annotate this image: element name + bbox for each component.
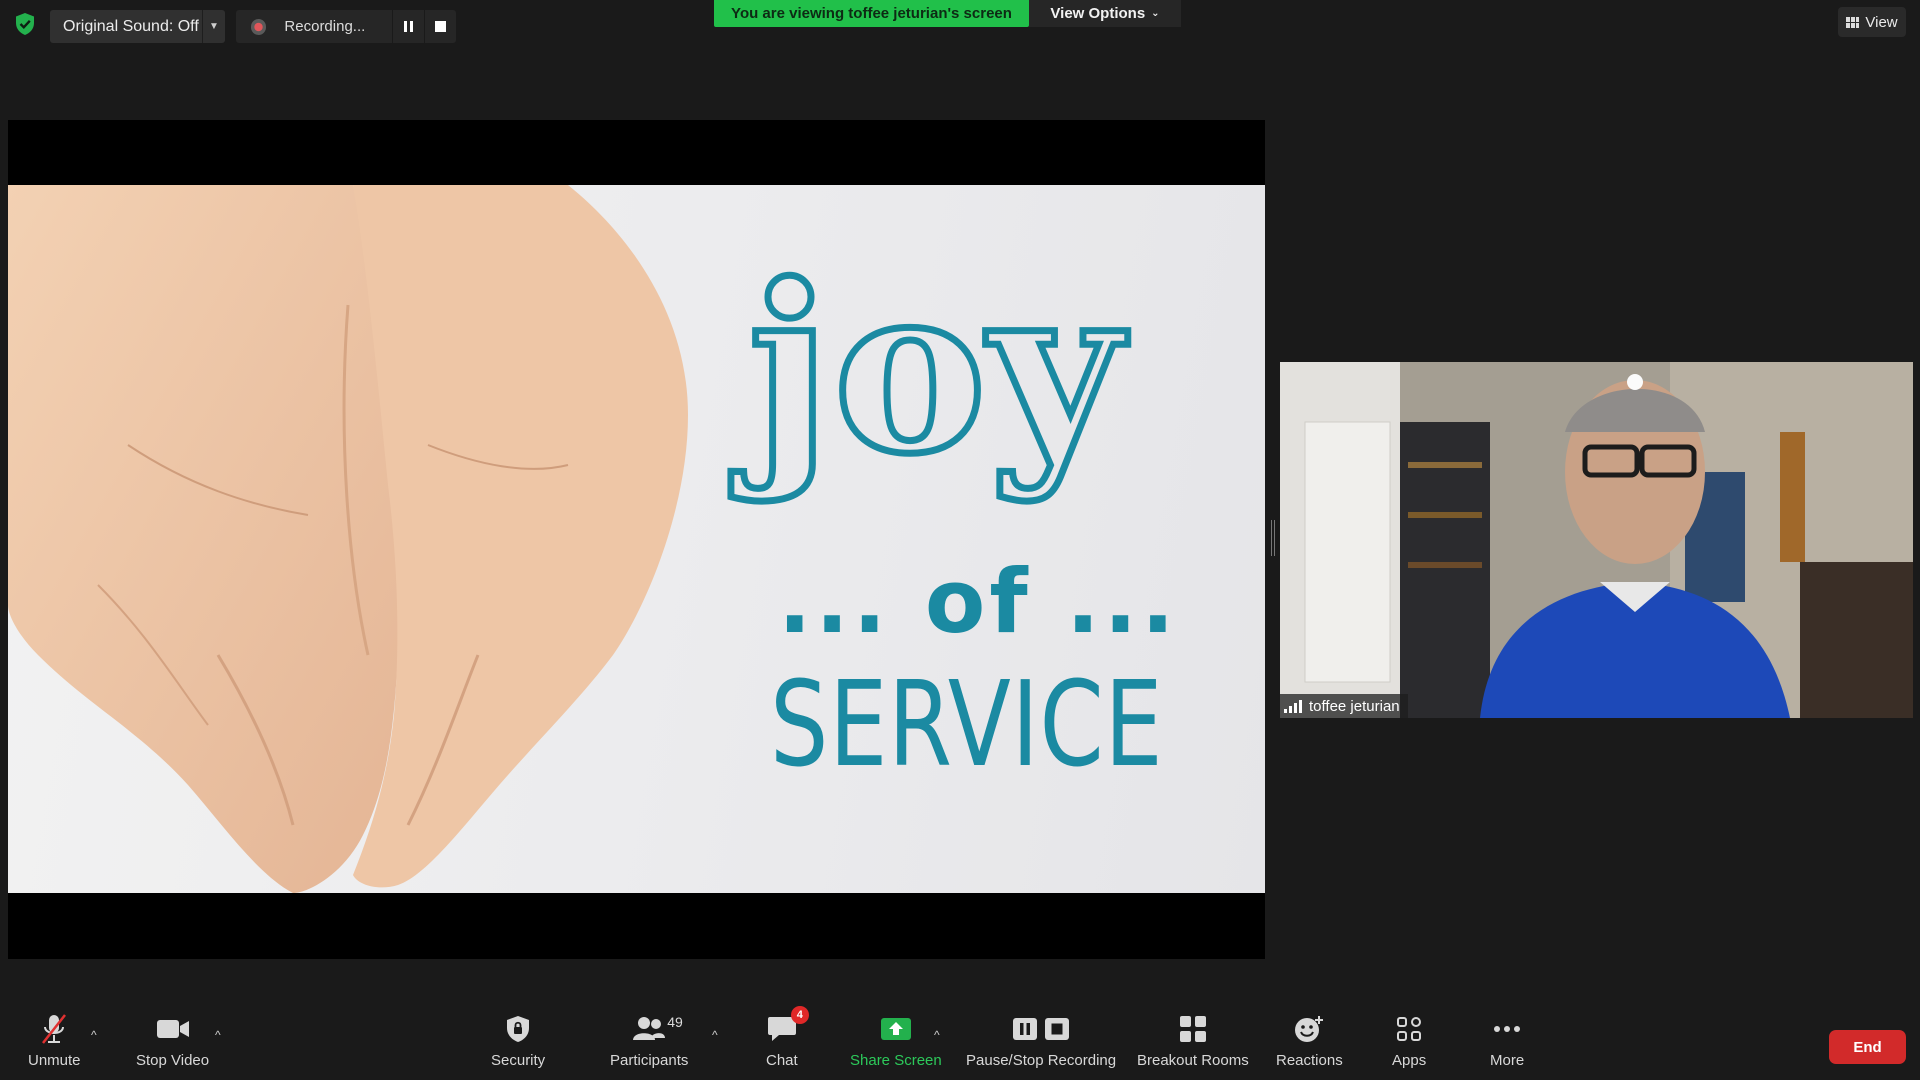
more-ellipsis-icon <box>1494 1026 1521 1032</box>
unmute-label[interactable]: Unmute <box>28 1052 81 1069</box>
view-layout-button[interactable]: View <box>1838 7 1906 37</box>
original-sound-dropdown-icon[interactable]: ▼ <box>202 10 225 43</box>
security-button[interactable]: Security <box>491 1012 545 1069</box>
unmute-button[interactable]: Unmute <box>28 1012 81 1069</box>
meeting-controls-toolbar: Unmute ^ Stop Video ^ Security 49 Partic… <box>0 1000 1920 1080</box>
chevron-down-icon: ⌄ <box>1151 8 1160 19</box>
stop-video-button[interactable]: Stop Video <box>136 1012 209 1069</box>
participants-icon <box>633 1017 666 1040</box>
shared-screen: joy ... of ... SERVICE <box>8 120 1265 959</box>
reactions-label[interactable]: Reactions <box>1276 1052 1343 1069</box>
participant-video-feed <box>1280 362 1913 718</box>
breakout-rooms-label[interactable]: Breakout Rooms <box>1137 1052 1249 1069</box>
pause-stop-recording-label[interactable]: Pause/Stop Recording <box>966 1052 1116 1069</box>
view-options-button[interactable]: View Options ⌄ <box>1029 0 1181 27</box>
share-options-chevron-up-icon[interactable]: ^ <box>934 1028 940 1042</box>
signal-strength-icon <box>1284 699 1302 713</box>
participants-label[interactable]: Participants <box>610 1052 688 1069</box>
screen-share-banner: You are viewing toffee jeturian's screen <box>714 0 1029 27</box>
apps-label[interactable]: Apps <box>1392 1052 1426 1069</box>
slide-title-joy: joy <box>744 235 1125 505</box>
security-label[interactable]: Security <box>491 1052 545 1069</box>
view-options-label[interactable]: View Options <box>1050 5 1145 22</box>
pause-recording-icon <box>1013 1018 1038 1040</box>
more-button[interactable]: More <box>1490 1012 1524 1069</box>
recording-status-label: Recording... <box>284 18 366 35</box>
pause-icon <box>404 21 414 32</box>
stop-recording-icon <box>1045 1018 1070 1040</box>
participant-video-tile[interactable]: toffee jeturian <box>1280 362 1913 718</box>
slide-title-service: SERVICE <box>770 655 1164 793</box>
panel-resize-handle[interactable] <box>1271 520 1275 556</box>
apps-button[interactable]: Apps <box>1392 1012 1426 1069</box>
muted-microphone-icon <box>42 1014 67 1044</box>
end-meeting-button[interactable]: End <box>1829 1030 1906 1064</box>
stop-video-label[interactable]: Stop Video <box>136 1052 209 1069</box>
chat-unread-badge: 4 <box>790 1006 809 1024</box>
pause-stop-recording-button[interactable]: Pause/Stop Recording <box>966 1012 1116 1069</box>
recording-dot-icon <box>251 18 267 35</box>
chat-label[interactable]: Chat <box>766 1052 798 1069</box>
participants-button[interactable]: 49 Participants <box>610 1012 688 1069</box>
original-sound-toggle[interactable]: Original Sound: Off ▼ <box>50 10 225 43</box>
original-sound-label[interactable]: Original Sound: Off <box>50 18 202 36</box>
breakout-rooms-icon <box>1179 1016 1206 1042</box>
participants-options-chevron-up-icon[interactable]: ^ <box>712 1028 718 1042</box>
pause-recording-button[interactable] <box>392 10 424 43</box>
view-layout-label[interactable]: View <box>1865 14 1897 31</box>
security-shield-icon <box>507 1016 530 1042</box>
share-screen-label[interactable]: Share Screen <box>850 1052 942 1069</box>
chat-button[interactable]: 4 Chat <box>766 1006 809 1069</box>
recording-indicator: Recording... <box>236 10 456 43</box>
encryption-shield-icon[interactable] <box>14 12 36 36</box>
reactions-button[interactable]: Reactions <box>1276 1012 1343 1069</box>
stop-recording-button[interactable] <box>424 10 456 43</box>
reactions-smiley-icon <box>1295 1016 1324 1042</box>
audio-options-chevron-up-icon[interactable]: ^ <box>91 1028 97 1042</box>
breakout-rooms-button[interactable]: Breakout Rooms <box>1137 1012 1249 1069</box>
participants-count: 49 <box>667 1014 683 1030</box>
stop-icon <box>435 21 447 32</box>
share-screen-icon <box>880 1018 911 1040</box>
more-label[interactable]: More <box>1490 1052 1524 1069</box>
participant-name-tag: toffee jeturian <box>1280 694 1408 718</box>
video-options-chevron-up-icon[interactable]: ^ <box>215 1028 221 1042</box>
slide-title-of: ... of ... <box>778 550 1179 653</box>
shared-slide: joy ... of ... SERVICE <box>8 185 1265 893</box>
participant-name: toffee jeturian <box>1309 697 1400 715</box>
grid-view-icon <box>1846 16 1860 28</box>
video-camera-icon <box>156 1020 189 1038</box>
share-screen-button[interactable]: Share Screen <box>850 1012 942 1069</box>
apps-icon <box>1397 1017 1422 1041</box>
cupped-hands-image <box>8 185 688 893</box>
